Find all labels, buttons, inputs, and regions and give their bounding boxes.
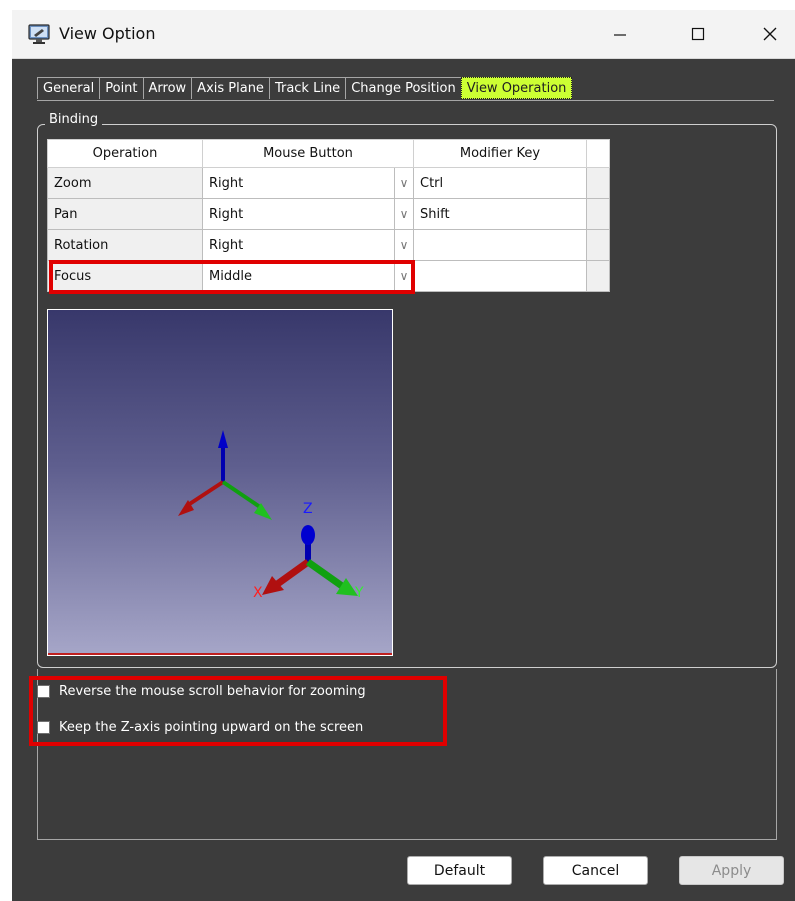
chevron-down-icon[interactable]: ∨ (394, 167, 414, 199)
apply-button[interactable]: Apply (679, 856, 784, 885)
x-axis-label: X (253, 585, 263, 601)
keep-z-up-option[interactable]: Keep the Z-axis pointing upward on the s… (37, 720, 363, 735)
chevron-down-icon[interactable]: ∨ (394, 198, 414, 230)
col-mouse-button: Mouse Button (202, 139, 414, 168)
tab-view-operation[interactable]: View Operation (460, 77, 573, 99)
chevron-down-icon[interactable]: ∨ (394, 229, 414, 261)
tab-divider (37, 100, 774, 101)
z-axis-label: Z (303, 501, 313, 517)
keep-z-up-label: Keep the Z-axis pointing upward on the s… (59, 720, 364, 735)
axis-gizmo: Z X Y (178, 430, 364, 601)
close-icon (763, 27, 777, 41)
row-filler (586, 198, 610, 230)
modifier-key-cell[interactable] (413, 260, 587, 292)
tab-point[interactable]: Point (99, 77, 144, 99)
tab-axis-plane[interactable]: Axis Plane (191, 77, 270, 99)
close-button[interactable] (746, 10, 794, 58)
row-filler (586, 229, 610, 261)
row-filler (586, 167, 610, 199)
modifier-key-cell[interactable]: Ctrl (413, 167, 587, 199)
mouse-button-select[interactable]: Right (202, 229, 395, 261)
reverse-scroll-label: Reverse the mouse scroll behavior for zo… (59, 684, 366, 699)
viewport-baseline (48, 653, 392, 655)
table-header-row: Operation Mouse Button Modifier Key (47, 139, 610, 168)
table-row: Pan Right ∨ Shift (47, 198, 610, 230)
app-monitor-icon (28, 24, 50, 44)
table-row: Zoom Right ∨ Ctrl (47, 167, 610, 199)
tab-change-position[interactable]: Change Position (345, 77, 462, 99)
mouse-button-select[interactable]: Right (202, 198, 395, 230)
keep-z-up-checkbox[interactable] (37, 721, 50, 734)
modifier-key-cell[interactable] (413, 229, 587, 261)
dialog-body: General Point Arrow Axis Plane Track Lin… (12, 59, 795, 901)
window-title: View Option (59, 24, 156, 43)
minimize-button[interactable] (596, 10, 644, 58)
header-filler (586, 139, 610, 168)
operation-cell: Zoom (47, 167, 203, 199)
operation-cell: Rotation (47, 229, 203, 261)
col-operation: Operation (47, 139, 203, 168)
tab-bar: General Point Arrow Axis Plane Track Lin… (37, 77, 573, 99)
maximize-button[interactable] (674, 10, 722, 58)
modifier-key-cell[interactable]: Shift (413, 198, 587, 230)
row-filler (586, 260, 610, 292)
col-modifier-key: Modifier Key (413, 139, 587, 168)
binding-legend: Binding (45, 112, 103, 127)
cancel-button[interactable]: Cancel (543, 856, 648, 885)
table-row: Rotation Right ∨ (47, 229, 610, 261)
title-bar: View Option (12, 10, 795, 59)
minimize-icon (614, 34, 626, 36)
focus-row-highlight (49, 260, 415, 294)
tab-general[interactable]: General (37, 77, 101, 99)
reverse-scroll-checkbox[interactable] (37, 685, 50, 698)
maximize-icon (691, 27, 705, 41)
reverse-scroll-option[interactable]: Reverse the mouse scroll behavior for zo… (37, 684, 366, 699)
default-button[interactable]: Default (407, 856, 512, 885)
y-axis-label: Y (354, 585, 364, 601)
operation-cell: Pan (47, 198, 203, 230)
tab-track-line[interactable]: Track Line (268, 77, 347, 99)
mouse-button-select[interactable]: Right (202, 167, 395, 199)
tab-arrow[interactable]: Arrow (142, 77, 193, 99)
view-preview[interactable]: Z X Y (47, 309, 393, 656)
